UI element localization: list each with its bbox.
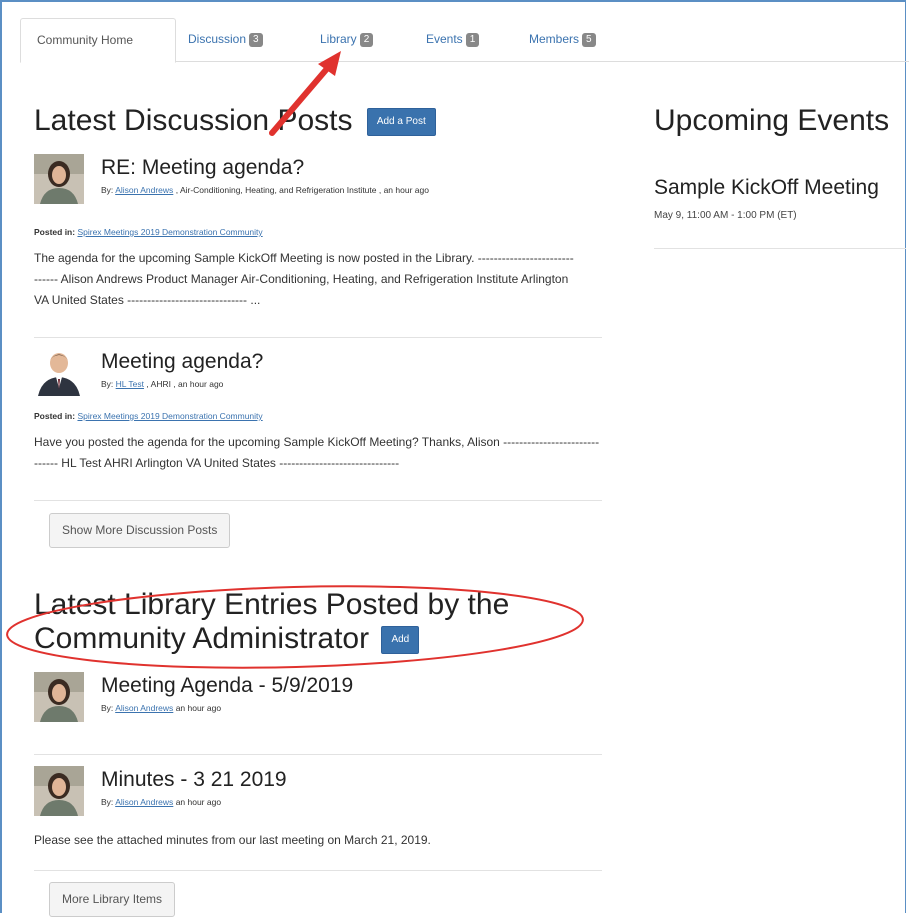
community-link[interactable]: Spirex Meetings 2019 Demonstration Commu… bbox=[77, 411, 262, 421]
posted-in: Posted in: Spirex Meetings 2019 Demonstr… bbox=[34, 410, 263, 422]
count-badge: 3 bbox=[249, 33, 263, 47]
tab-label: Events bbox=[426, 32, 463, 46]
tab-community-home[interactable]: Community Home bbox=[20, 18, 176, 63]
events-heading: Upcoming Events bbox=[654, 104, 890, 137]
tab-members[interactable]: Members 5 bbox=[513, 18, 612, 61]
discussion-heading-text: Latest Discussion Posts bbox=[34, 104, 353, 137]
post-body: The agenda for the upcoming Sample KickO… bbox=[34, 251, 574, 307]
author-link[interactable]: HL Test bbox=[116, 379, 144, 389]
woman-avatar-icon bbox=[34, 766, 84, 816]
entry-time: an hour ago bbox=[175, 703, 222, 713]
library-heading-line2-text: Community Administrator bbox=[34, 622, 370, 655]
library-heading-line2: Community Administrator Add bbox=[34, 622, 509, 656]
posted-label: Posted in: bbox=[34, 227, 76, 237]
divider bbox=[34, 337, 602, 338]
by-label: By: bbox=[101, 379, 114, 389]
tab-discussion[interactable]: Discussion 3 bbox=[172, 18, 279, 61]
author-link[interactable]: Alison Andrews bbox=[115, 703, 173, 713]
divider bbox=[654, 248, 906, 249]
show-more-discussion-button[interactable]: Show More Discussion Posts bbox=[49, 513, 231, 548]
entry-byline: By: Alison Andrews an hour ago bbox=[101, 702, 221, 714]
woman-avatar-icon bbox=[34, 154, 84, 204]
add-post-button[interactable]: Add a Post bbox=[366, 108, 436, 137]
more-library-items-button[interactable]: More Library Items bbox=[49, 882, 176, 917]
tab-label: Discussion bbox=[188, 32, 247, 46]
post-byline: By: Alison Andrews , Air-Conditioning, H… bbox=[101, 184, 531, 196]
count-badge: 1 bbox=[465, 33, 480, 47]
library-heading-line1: Latest Library Entries Posted by the bbox=[34, 588, 510, 621]
event-title[interactable]: Sample KickOff Meeting bbox=[654, 176, 879, 200]
library-heading: Latest Library Entries Posted by the Com… bbox=[34, 588, 509, 656]
org-time: , Air-Conditioning, Heating, and Refrige… bbox=[175, 185, 429, 195]
add-library-button[interactable]: Add bbox=[381, 626, 420, 655]
count-badge: 5 bbox=[582, 33, 596, 47]
post-body: Have you posted the agenda for the upcom… bbox=[34, 435, 600, 470]
woman-avatar-icon bbox=[34, 672, 84, 722]
by-label: By: bbox=[101, 185, 114, 195]
by-label: By: bbox=[101, 703, 114, 713]
divider bbox=[34, 500, 602, 501]
library-entry-title[interactable]: Meeting Agenda - 5/9/2019 bbox=[101, 674, 353, 698]
post-title[interactable]: RE: Meeting agenda? bbox=[101, 156, 304, 180]
library-entry-title[interactable]: Minutes - 3 21 2019 bbox=[101, 768, 287, 792]
entry-time: an hour ago bbox=[175, 797, 222, 807]
entry-byline: By: Alison Andrews an hour ago bbox=[101, 796, 221, 808]
author-link[interactable]: Alison Andrews bbox=[115, 185, 173, 195]
entry-body: Please see the attached minutes from our… bbox=[34, 833, 431, 847]
author-link[interactable]: Alison Andrews bbox=[115, 797, 173, 807]
avatar bbox=[34, 154, 84, 204]
event-date: May 9, 11:00 AM - 1:00 PM (ET) bbox=[654, 210, 797, 221]
count-badge: 2 bbox=[359, 33, 374, 47]
divider bbox=[34, 754, 602, 755]
org-time: , AHRI , an hour ago bbox=[146, 379, 224, 389]
posted-in: Posted in: Spirex Meetings 2019 Demonstr… bbox=[34, 226, 263, 238]
discussion-heading: Latest Discussion Posts Add a Post bbox=[34, 104, 436, 138]
posted-label: Posted in: bbox=[34, 411, 76, 421]
post-byline: By: HL Test , AHRI , an hour ago bbox=[101, 378, 223, 390]
man-avatar-icon bbox=[34, 346, 84, 396]
community-link[interactable]: Spirex Meetings 2019 Demonstration Commu… bbox=[77, 227, 262, 237]
tab-library[interactable]: Library 2 bbox=[304, 18, 389, 61]
avatar bbox=[34, 346, 84, 396]
post-title[interactable]: Meeting agenda? bbox=[101, 350, 263, 374]
tab-label: Library bbox=[320, 32, 357, 46]
tab-label: Members bbox=[529, 32, 580, 46]
divider bbox=[34, 870, 602, 871]
avatar bbox=[34, 672, 84, 722]
tab-label: Community Home bbox=[37, 33, 134, 47]
by-label: By: bbox=[101, 797, 114, 807]
tab-events[interactable]: Events 1 bbox=[410, 18, 495, 61]
avatar bbox=[34, 766, 84, 816]
